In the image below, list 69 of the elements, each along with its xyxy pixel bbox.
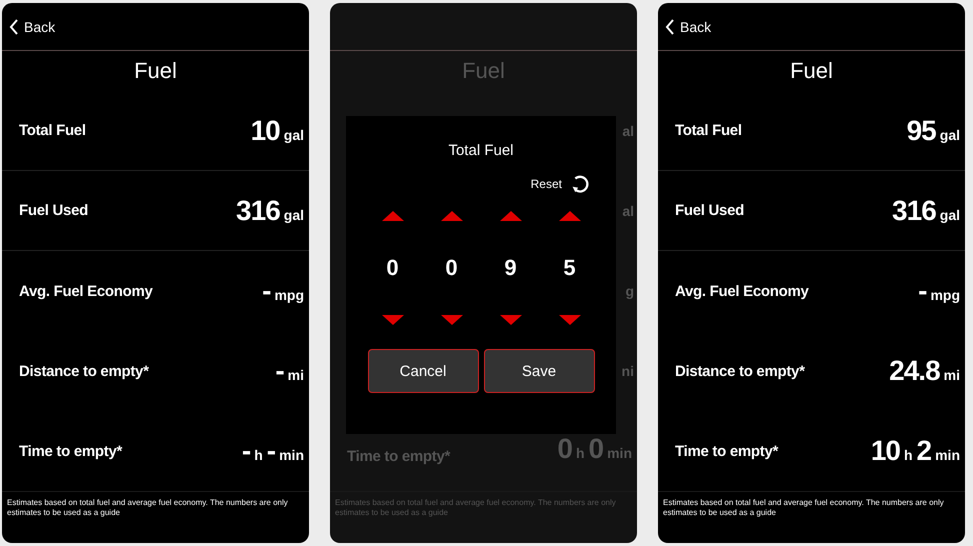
row-unit: h [576, 445, 585, 461]
row-unit: mpg [930, 287, 960, 303]
dialog-title: Total Fuel [448, 142, 514, 159]
row-label: Avg. Fuel Economy [675, 282, 809, 300]
row-value: - [242, 435, 250, 467]
row-value: - [275, 355, 284, 387]
row-unit: h [254, 447, 263, 463]
row-label: Distance to empty* [675, 362, 805, 380]
increment-arrow-icon[interactable] [500, 211, 522, 221]
screen-title: Fuel [462, 57, 505, 85]
row-label: Time to empty* [19, 442, 122, 460]
row-unit: gal [284, 206, 304, 222]
row-value: - [262, 275, 270, 307]
footnote: Estimates based on total fuel and average fuel economy. The numbers are only estimates to be used as a guide [330, 491, 637, 524]
save-button[interactable]: Save [484, 349, 594, 393]
footnote: Estimates based on total fuel and average fuel economy. The numbers are only estimates to be used as a guide [2, 491, 309, 524]
back-button[interactable]: Back [665, 18, 712, 34]
decrement-arrow-icon[interactable] [440, 315, 462, 325]
row-value: 10 [250, 114, 280, 146]
increment-arrow-icon[interactable] [440, 211, 462, 221]
row-unit: gal [940, 206, 960, 222]
row-unit: mpg [274, 287, 304, 303]
increment-arrow-icon[interactable] [382, 211, 404, 221]
row-value: 24.8 [889, 355, 940, 387]
row-unit: mi [944, 367, 960, 383]
row-label: Time to empty* [675, 442, 778, 460]
digit: 0 [386, 255, 399, 281]
row-label: Avg. Fuel Economy [19, 282, 153, 300]
digit: 5 [563, 255, 576, 281]
row-value: 95 [906, 114, 936, 146]
screen-title: Fuel [134, 57, 177, 85]
back-chevron-icon [665, 18, 675, 34]
row-unit: min [935, 447, 960, 463]
row-unit: g [625, 283, 634, 299]
row-value: 316 [892, 194, 936, 226]
reset-button[interactable]: Reset [530, 173, 590, 195]
row-unit: gal [940, 126, 960, 142]
row-label: Total Fuel [675, 122, 742, 139]
cancel-button[interactable]: Cancel [368, 349, 478, 393]
decrement-arrow-icon[interactable] [500, 315, 522, 325]
digit: 0 [445, 255, 458, 281]
back-chevron-icon [9, 18, 19, 34]
row-unit: mi [288, 367, 304, 383]
row-label: Total Fuel [19, 122, 86, 139]
row-value: 316 [236, 194, 280, 226]
row-value: 2 [916, 435, 932, 467]
row-unit: gal [284, 126, 304, 142]
decrement-arrow-icon[interactable] [382, 315, 404, 325]
row-label: Distance to empty* [19, 362, 149, 380]
row-value: 0 [588, 433, 604, 465]
row-unit: ni [622, 363, 634, 379]
row-label: Fuel Used [19, 202, 88, 219]
row-value: - [918, 275, 926, 307]
row-unit: min [607, 445, 632, 461]
row-unit: al [622, 203, 634, 219]
row-unit: min [279, 447, 304, 463]
row-label: Time to empty* [347, 448, 450, 465]
row-value: - [266, 435, 276, 467]
increment-arrow-icon[interactable] [558, 211, 580, 221]
digit: 9 [504, 255, 517, 281]
row-label: Fuel Used [675, 202, 744, 219]
row-value: 10 [870, 435, 900, 467]
row-value: 0 [557, 433, 572, 465]
decrement-arrow-icon[interactable] [558, 315, 580, 325]
back-button[interactable]: Back [9, 18, 56, 34]
row-unit: al [622, 123, 634, 139]
screen-title: Fuel [790, 57, 833, 85]
row-unit: h [904, 447, 913, 463]
footnote: Estimates based on total fuel and average fuel economy. The numbers are only estimates to be used as a guide [658, 491, 965, 524]
